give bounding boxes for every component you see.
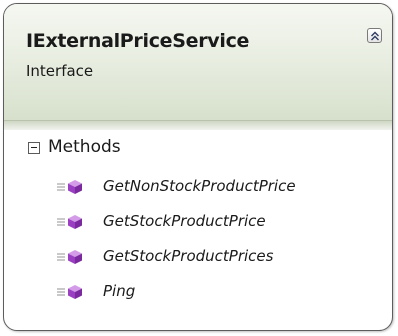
method-item[interactable]: Ping [56,281,386,303]
method-icon [57,180,82,194]
double-chevron-up-icon [371,31,379,41]
method-icon [57,285,82,299]
interface-stereotype: Interface [26,62,94,80]
interface-title: IExternalPriceService [26,30,250,52]
method-item[interactable]: GetStockProductPrices [56,246,386,268]
shape-header: IExternalPriceService Interface [4,4,392,120]
method-icon [57,215,82,229]
method-item[interactable]: GetStockProductPrice [56,211,386,233]
method-name: GetStockProductPrices [103,247,274,265]
method-icon [57,250,82,264]
interface-shape[interactable]: IExternalPriceService Interface Methods … [3,3,393,331]
method-name: Ping [103,282,136,300]
compartment-label: Methods [48,137,121,157]
collapse-shape-button[interactable] [367,28,382,43]
methods-compartment-header[interactable]: Methods [4,129,392,169]
method-name: GetStockProductPrice [103,212,266,230]
method-item[interactable]: GetNonStockProductPrice [56,176,386,198]
collapse-compartment-toggle[interactable] [28,142,40,154]
method-name: GetNonStockProductPrice [103,177,296,195]
